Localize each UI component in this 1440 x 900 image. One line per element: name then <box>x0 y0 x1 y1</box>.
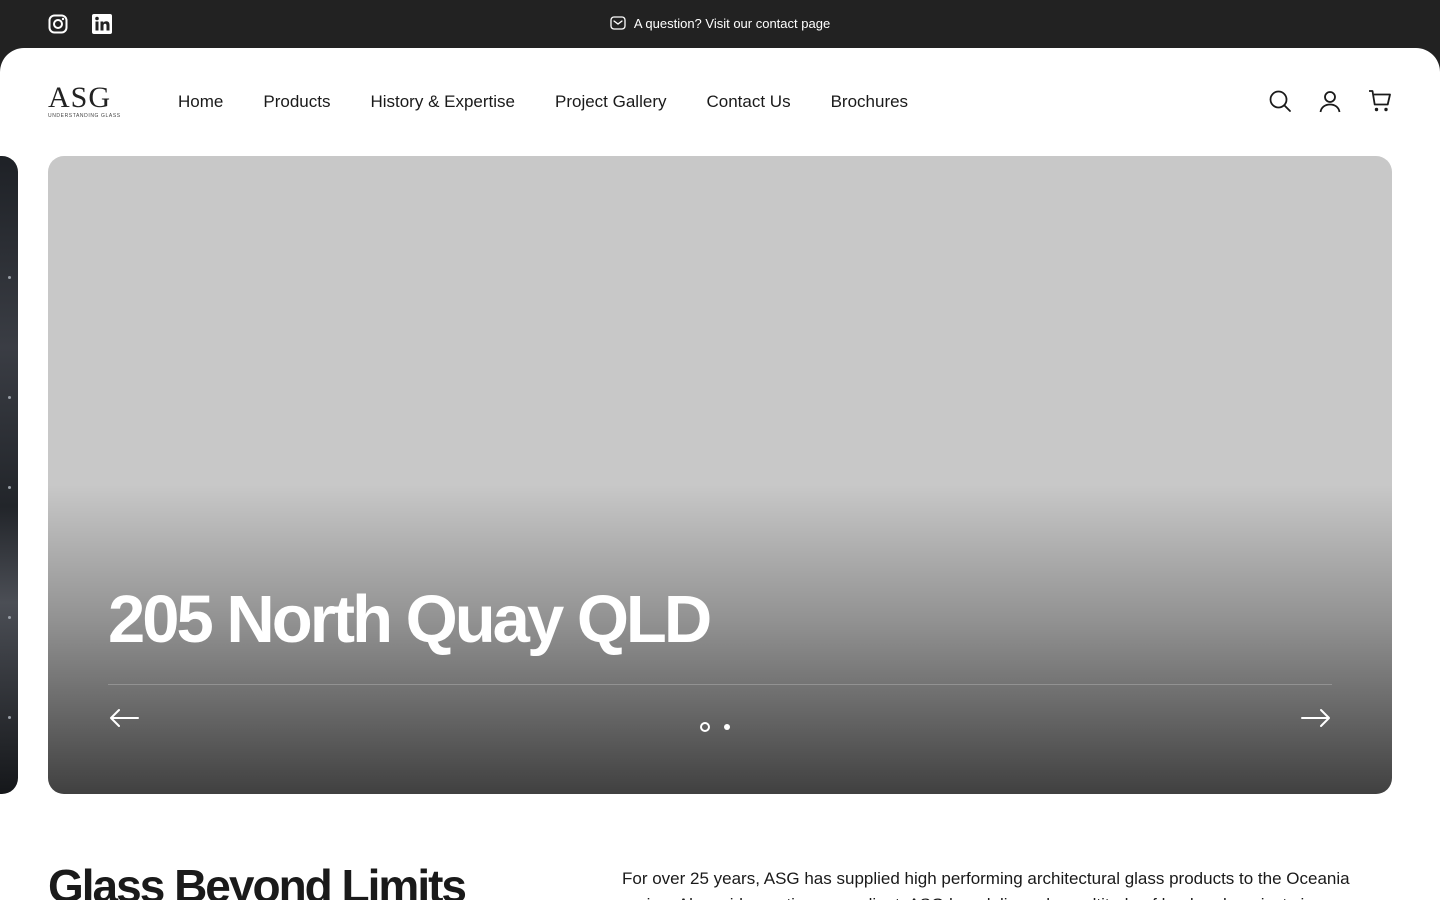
mail-icon <box>610 16 626 34</box>
slide-divider <box>108 684 1332 685</box>
main-nav: Home Products History & Expertise Projec… <box>178 92 908 112</box>
slide-title: 205 North Quay QLD <box>108 582 712 657</box>
arrow-right-icon[interactable] <box>1300 706 1332 730</box>
previous-slide-preview[interactable] <box>0 156 18 794</box>
slide-dot-1[interactable] <box>700 722 710 732</box>
logo-tagline: UNDERSTANDING GLASS <box>48 113 121 119</box>
slide-dot-2[interactable] <box>724 724 730 730</box>
nav-home[interactable]: Home <box>178 92 223 112</box>
intro-heading: Glass Beyond Limits <box>48 860 467 900</box>
nav-brochures[interactable]: Brochures <box>831 92 908 112</box>
intro-paragraph: For over 25 years, ASG has supplied high… <box>622 869 1350 900</box>
nav-history-expertise[interactable]: History & Expertise <box>370 92 515 112</box>
logo-mark: ASG <box>48 81 112 114</box>
hero-slideshow: 205 North Quay QLD <box>48 156 1392 794</box>
site-logo[interactable]: ASG UNDERSTANDING GLASS <box>48 81 121 120</box>
header-actions <box>1268 89 1392 113</box>
account-icon[interactable] <box>1318 89 1342 113</box>
announcement-bar: A question? Visit our contact page <box>0 0 1440 48</box>
slide-dots <box>700 722 730 732</box>
nav-project-gallery[interactable]: Project Gallery <box>555 92 666 112</box>
nav-contact-us[interactable]: Contact Us <box>706 92 790 112</box>
cart-icon[interactable] <box>1368 89 1392 113</box>
announcement: A question? Visit our contact page <box>0 16 1440 34</box>
nav-products[interactable]: Products <box>263 92 330 112</box>
page: ASG UNDERSTANDING GLASS Home Products Hi… <box>0 48 1440 900</box>
arrow-left-icon[interactable] <box>108 706 140 730</box>
contact-page-link[interactable]: A question? Visit our contact page <box>634 16 830 31</box>
search-icon[interactable] <box>1268 89 1292 113</box>
